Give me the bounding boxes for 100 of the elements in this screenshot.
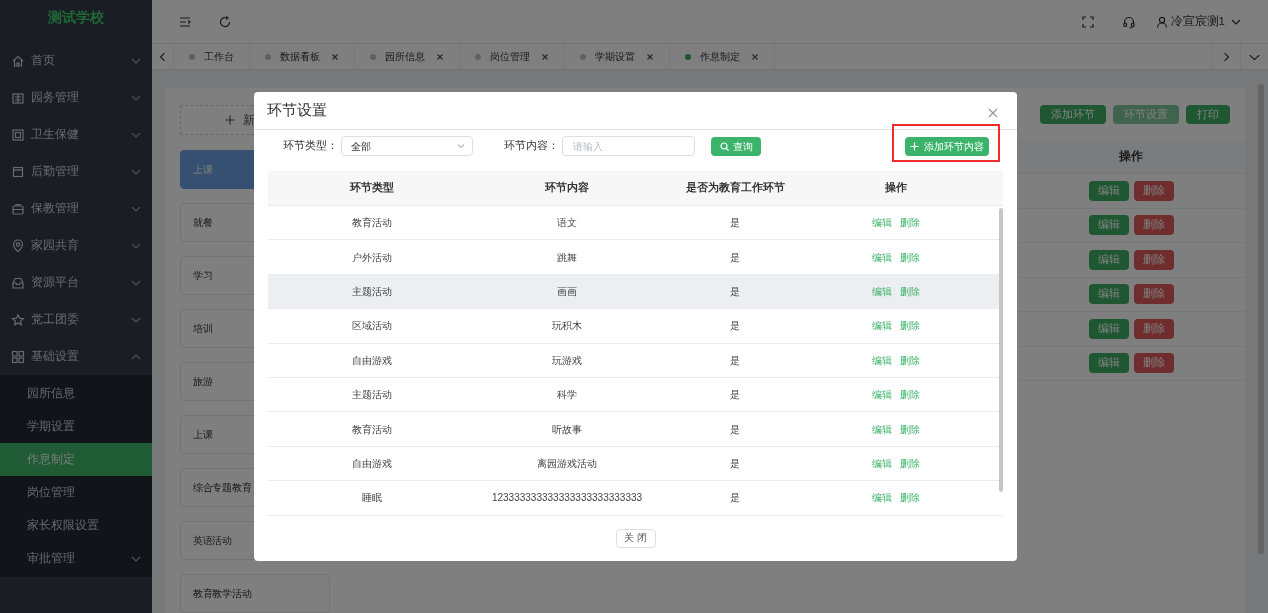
- edit-button[interactable]: 编辑: [1088, 180, 1129, 201]
- table-cell-text: 离园游戏活动: [536, 456, 598, 471]
- close-button[interactable]: 关 闭: [615, 528, 656, 548]
- table-cell-text: 听故事: [551, 422, 583, 437]
- close-icon[interactable]: [331, 52, 339, 61]
- tab[interactable]: 岗位管理: [460, 44, 565, 69]
- table-cell-text: 科学: [556, 388, 578, 403]
- tab[interactable]: 数据看板: [250, 44, 355, 69]
- table-cell-text: 跳舞: [556, 250, 578, 265]
- table-cell-text: 是: [729, 250, 741, 265]
- delete-link[interactable]: 删除: [900, 421, 920, 437]
- table-cell-text: 户外活动: [351, 250, 393, 265]
- briefcase-icon: [11, 201, 25, 216]
- submenu-item[interactable]: 作息制定: [0, 443, 152, 476]
- delete-button[interactable]: 删除: [1133, 284, 1174, 305]
- close-icon[interactable]: [988, 107, 998, 118]
- delete-link[interactable]: 删除: [900, 318, 920, 334]
- menu-item[interactable]: 首页: [0, 42, 152, 79]
- close-icon[interactable]: [541, 52, 549, 61]
- menu-icon[interactable]: [178, 14, 192, 29]
- menu-item[interactable]: 卫生保健: [0, 116, 152, 153]
- plus-icon: [225, 115, 235, 125]
- toolbar-button[interactable]: 打印: [1186, 105, 1230, 124]
- edit-button[interactable]: 编辑: [1088, 215, 1129, 236]
- submenu-item[interactable]: 家长权限设置: [0, 509, 152, 542]
- column-header: 环节类型: [349, 180, 395, 196]
- query-button[interactable]: 查询: [711, 136, 761, 156]
- edit-button[interactable]: 编辑: [1088, 353, 1129, 374]
- headset-icon[interactable]: [1121, 14, 1136, 29]
- table-cell-text: 是: [729, 491, 741, 506]
- add-content-button[interactable]: 添加环节内容: [905, 136, 989, 156]
- close-icon[interactable]: [751, 52, 759, 61]
- edit-link[interactable]: 编辑: [872, 455, 892, 471]
- delete-link[interactable]: 删除: [900, 283, 920, 299]
- schedule-card[interactable]: 教育教学活动: [180, 574, 330, 613]
- user-menu[interactable]: 冷宣宸测1: [1155, 12, 1242, 31]
- delete-button[interactable]: 删除: [1133, 353, 1174, 374]
- fullscreen-icon[interactable]: [1081, 15, 1094, 28]
- edit-link[interactable]: 编辑: [872, 318, 892, 334]
- refresh-icon[interactable]: [218, 14, 232, 29]
- content-input[interactable]: 请输入: [562, 136, 695, 156]
- edit-link[interactable]: 编辑: [872, 215, 892, 231]
- column-header: 操作: [884, 180, 908, 196]
- table-cell-text: 教育活动: [351, 216, 393, 231]
- menu-item[interactable]: 资源平台: [0, 264, 152, 301]
- tab[interactable]: 工作台: [174, 44, 250, 69]
- edit-link[interactable]: 编辑: [872, 421, 892, 437]
- tab[interactable]: 作息制定: [670, 44, 775, 69]
- table-cell-text: 玩积木: [551, 319, 583, 334]
- edit-link[interactable]: 编辑: [872, 283, 892, 299]
- menu-item[interactable]: 基础设置: [0, 338, 152, 375]
- menu-item[interactable]: 保教管理: [0, 190, 152, 227]
- toolbar-button[interactable]: 添加环节: [1040, 105, 1106, 124]
- delete-link[interactable]: 删除: [900, 387, 920, 403]
- table-cell-text: 是: [729, 284, 741, 299]
- column-header: 操作: [1118, 149, 1144, 165]
- delete-link[interactable]: 删除: [900, 249, 920, 265]
- delete-link[interactable]: 删除: [900, 352, 920, 368]
- menu-item[interactable]: 家园共育: [0, 227, 152, 264]
- close-icon[interactable]: [646, 52, 654, 61]
- home-icon: [11, 53, 25, 68]
- edit-button[interactable]: 编辑: [1088, 284, 1129, 305]
- menu-item[interactable]: 园务管理: [0, 79, 152, 116]
- delete-button[interactable]: 删除: [1133, 318, 1174, 339]
- table-cell-text: 主题活动: [351, 388, 393, 403]
- menu-item[interactable]: 后勤管理: [0, 153, 152, 190]
- tab[interactable]: 学期设置: [565, 44, 670, 69]
- edit-link[interactable]: 编辑: [872, 387, 892, 403]
- menu-item[interactable]: 党工团委: [0, 301, 152, 338]
- table-cell-text: 玩游戏: [551, 353, 583, 368]
- card-icon: [11, 164, 25, 179]
- edit-button[interactable]: 编辑: [1088, 249, 1129, 270]
- type-select[interactable]: 全部: [341, 136, 473, 156]
- field-label: 环节内容：: [504, 138, 559, 154]
- close-icon[interactable]: [436, 52, 444, 61]
- grid-icon: [11, 349, 25, 364]
- table-cell-text: 画画: [556, 284, 578, 299]
- delete-button[interactable]: 删除: [1133, 215, 1174, 236]
- logo-text: 测试学校: [47, 7, 105, 27]
- submenu-item[interactable]: 园所信息: [0, 377, 152, 410]
- table-cell-text: 是: [729, 353, 741, 368]
- tray-icon: [11, 275, 25, 290]
- scrollbar[interactable]: [999, 208, 1003, 492]
- user-icon: [1155, 15, 1168, 28]
- delete-button[interactable]: 删除: [1133, 180, 1174, 201]
- delete-link[interactable]: 删除: [900, 215, 920, 231]
- edit-link[interactable]: 编辑: [872, 249, 892, 265]
- table-cell-text: 是: [729, 319, 741, 334]
- tab[interactable]: 园所信息: [355, 44, 460, 69]
- submenu-item[interactable]: 审批管理: [0, 542, 152, 575]
- edit-button[interactable]: 编辑: [1088, 318, 1129, 339]
- delete-button[interactable]: 删除: [1133, 249, 1174, 270]
- submenu-item[interactable]: 学期设置: [0, 410, 152, 443]
- edit-link[interactable]: 编辑: [872, 352, 892, 368]
- column-header: 环节内容: [544, 180, 590, 196]
- submenu-item[interactable]: 岗位管理: [0, 476, 152, 509]
- delete-link[interactable]: 删除: [900, 455, 920, 471]
- delete-link[interactable]: 删除: [900, 490, 920, 506]
- column-header: 是否为教育工作环节: [684, 180, 786, 196]
- edit-link[interactable]: 编辑: [872, 490, 892, 506]
